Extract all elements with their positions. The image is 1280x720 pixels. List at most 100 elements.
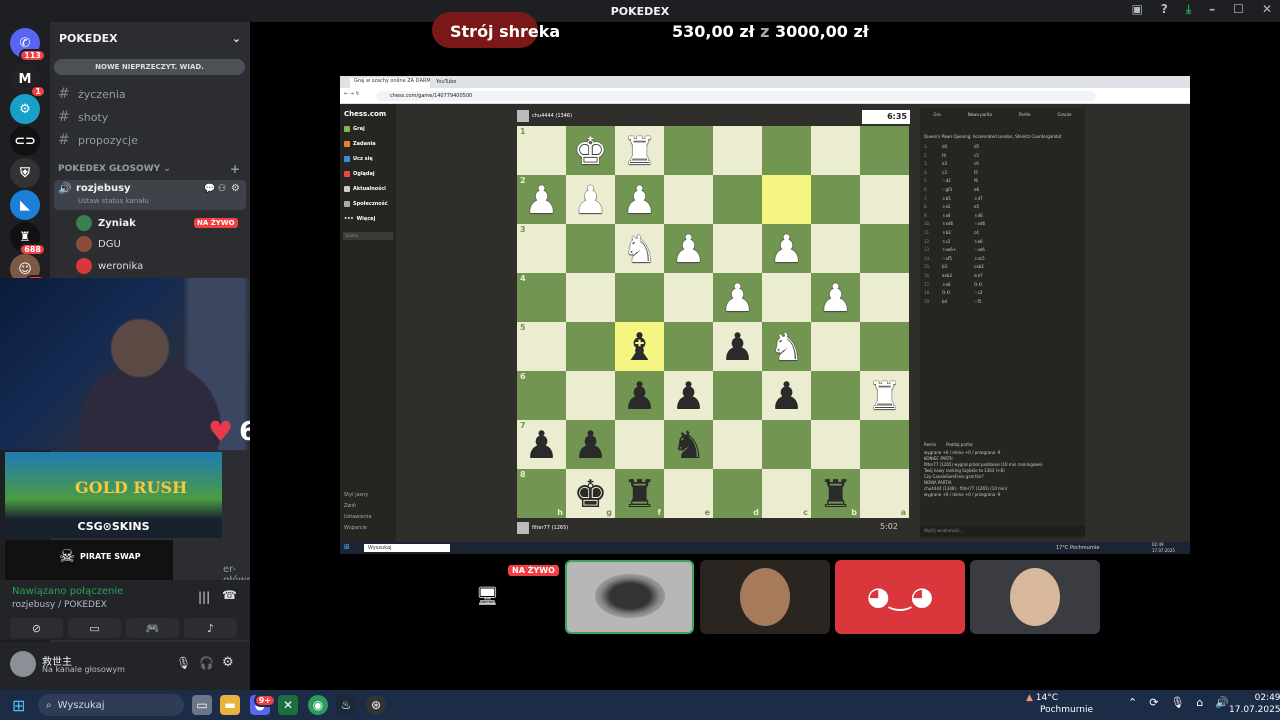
chess-piece[interactable]: ♟ [573, 426, 607, 464]
gear-icon[interactable]: ⚙ [231, 183, 240, 194]
server-icon-6[interactable]: ◣ [10, 190, 40, 220]
voice-user-weronika[interactable]: weronika [76, 258, 143, 274]
voice-user-dgu[interactable]: DGU [76, 236, 121, 252]
file-explorer-icon[interactable]: ▬ [220, 695, 240, 715]
board-square[interactable] [811, 126, 860, 175]
board-square[interactable]: ♜ [860, 371, 909, 420]
board-square[interactable] [762, 175, 811, 224]
microphone-icon[interactable]: 🎙 [1170, 696, 1184, 709]
move-row[interactable]: 14. ♘xf5 ♗xc5 [924, 256, 1079, 264]
task-view-icon[interactable]: ▭ [192, 695, 212, 715]
move-row[interactable]: 13. ♗xe6+ ♘xe6 [924, 247, 1079, 255]
board-square[interactable]: ♞ [615, 224, 664, 273]
chess-piece[interactable]: ♜ [818, 475, 852, 513]
nav-graj[interactable]: Graj [344, 126, 365, 132]
board-square[interactable]: 6 [517, 371, 566, 420]
chevron-up-icon[interactable]: ⌃ [1128, 696, 1137, 709]
board-square[interactable] [811, 371, 860, 420]
nav-zadania[interactable]: Zadania [344, 141, 376, 147]
network-icon[interactable]: ⌂ [1196, 696, 1203, 709]
close-button[interactable]: ✕ [1262, 2, 1272, 17]
board-square[interactable]: ♟ [664, 224, 713, 273]
board-square[interactable] [811, 175, 860, 224]
nav-support[interactable]: Wsparcie [344, 525, 367, 531]
channel-item-shoty[interactable]: # shoty [58, 107, 244, 127]
board-square[interactable] [860, 175, 909, 224]
board-square[interactable]: a [860, 469, 909, 518]
board-square[interactable]: 3 [517, 224, 566, 273]
move-row[interactable]: 1. d4 d5 [924, 144, 1079, 152]
move-row[interactable]: 6. ♘gf3 e6 [924, 187, 1079, 195]
chess-piece[interactable]: ♝ [622, 328, 656, 366]
chess-piece[interactable]: ♜ [622, 475, 656, 513]
chess-piece[interactable]: ♟ [769, 377, 803, 415]
move-row[interactable]: 18. O-O ♘c2 [924, 290, 1079, 298]
new-messages-bar[interactable]: NOWE NIEPRZECZYT. WIAD. [54, 59, 245, 75]
resign-button[interactable]: Poddaj partię [946, 442, 972, 447]
voice-channel-rozjebusy[interactable]: 🔊 rozjebusy Ustaw status kanału 💬 ⚇ ⚙ [54, 180, 246, 210]
board-square[interactable]: 4 [517, 273, 566, 322]
nav-collapse[interactable]: Zwiń [344, 503, 356, 509]
chess-piece[interactable]: ♟ [818, 279, 852, 317]
move-row[interactable]: 3. e3 c6 [924, 161, 1079, 169]
chess-piece[interactable]: ♞ [622, 230, 656, 268]
board-square[interactable] [860, 322, 909, 371]
voice-user-zyniak[interactable]: Zyniak NA ŻYWO [76, 215, 238, 231]
board-square[interactable] [762, 420, 811, 469]
voice-category[interactable]: POKEDEX GŁOSOWY ⌄ + [58, 162, 240, 176]
tab-youtube[interactable]: YouTube [436, 79, 456, 85]
discord-taskbar-icon[interactable]: ◕9+ [250, 694, 276, 715]
bottom-player[interactable]: filter77 (1265) [517, 522, 568, 534]
channel-item-zyczenia[interactable]: # życzenia [58, 84, 244, 104]
chess-piece[interactable]: ♟ [573, 181, 607, 219]
board-square[interactable] [860, 273, 909, 322]
chess-piece[interactable]: ♚ [573, 132, 607, 170]
board-square[interactable]: b ♜ [811, 469, 860, 518]
board-square[interactable] [762, 273, 811, 322]
board-square[interactable]: ♜ [615, 126, 664, 175]
minimize-button[interactable]: – [1209, 2, 1215, 17]
board-square[interactable]: ♟ [811, 273, 860, 322]
headphones-icon[interactable]: 🎧 [199, 656, 214, 670]
participant-tile-discord[interactable]: ◕‿◕ [835, 560, 965, 634]
board-square[interactable] [762, 126, 811, 175]
help-icon[interactable]: ? [1161, 2, 1168, 17]
board-square[interactable]: e [664, 469, 713, 518]
board-square[interactable] [566, 224, 615, 273]
nav-ogladaj[interactable]: Oglądaj [344, 171, 375, 177]
board-square[interactable] [811, 224, 860, 273]
user-avatar[interactable] [10, 651, 36, 677]
chess-piece[interactable]: ♜ [622, 132, 656, 170]
invite-icon[interactable]: ⚇ [218, 184, 226, 194]
participant-tile-car[interactable] [565, 560, 694, 634]
noise-suppression-icon[interactable]: ||| [198, 590, 210, 604]
chess-piece[interactable]: ♟ [769, 230, 803, 268]
board-square[interactable] [566, 273, 615, 322]
steam-icon[interactable]: ♨ [336, 695, 356, 715]
inbox-icon[interactable]: ▣ [1132, 2, 1143, 17]
board-square[interactable]: f ♜ [615, 469, 664, 518]
download-icon[interactable]: ⤓ [1186, 2, 1191, 17]
chess-piece[interactable]: ♟ [622, 181, 656, 219]
board-square[interactable] [713, 224, 762, 273]
disconnect-icon[interactable]: ☎ [222, 588, 237, 602]
participant-tile-man[interactable] [700, 560, 830, 634]
board-square[interactable] [811, 322, 860, 371]
board-square[interactable]: ♞ [664, 420, 713, 469]
chess-piece[interactable]: ♚ [573, 475, 607, 513]
board-square[interactable]: ♝ [615, 322, 664, 371]
app-icon[interactable]: ⊛ [366, 695, 386, 715]
move-row[interactable]: 4. c3 f5 [924, 170, 1079, 178]
board-square[interactable]: c [762, 469, 811, 518]
chess-board[interactable]: 1 ♚ ♜ 2 ♟ ♟ ♟ 3 ♞ ♟ ♟ 4 ♟ ♟ 5 ♝ ♟ ♞ 6 ♟ ♟ ♟ ♜ 7 ♟ ♟ ♞ 8 h g ♚ f ♜ e d c b ♜ a [517, 126, 909, 518]
shared-browser-window[interactable]: Graj w szachy online ZA DARMO YouTube ← … [340, 76, 1190, 554]
board-square[interactable] [615, 420, 664, 469]
server-icon-5[interactable]: ⛨ [10, 158, 40, 188]
chess-piece[interactable]: ♟ [524, 426, 558, 464]
nav-aktualnosci[interactable]: Aktualności [344, 186, 386, 192]
board-square[interactable]: ♟ [713, 322, 762, 371]
chat-input[interactable]: Wyślij wiadomość... [920, 526, 1085, 536]
board-square[interactable] [713, 371, 762, 420]
gear-icon[interactable]: ⚙ [222, 655, 234, 670]
board-square[interactable] [566, 371, 615, 420]
